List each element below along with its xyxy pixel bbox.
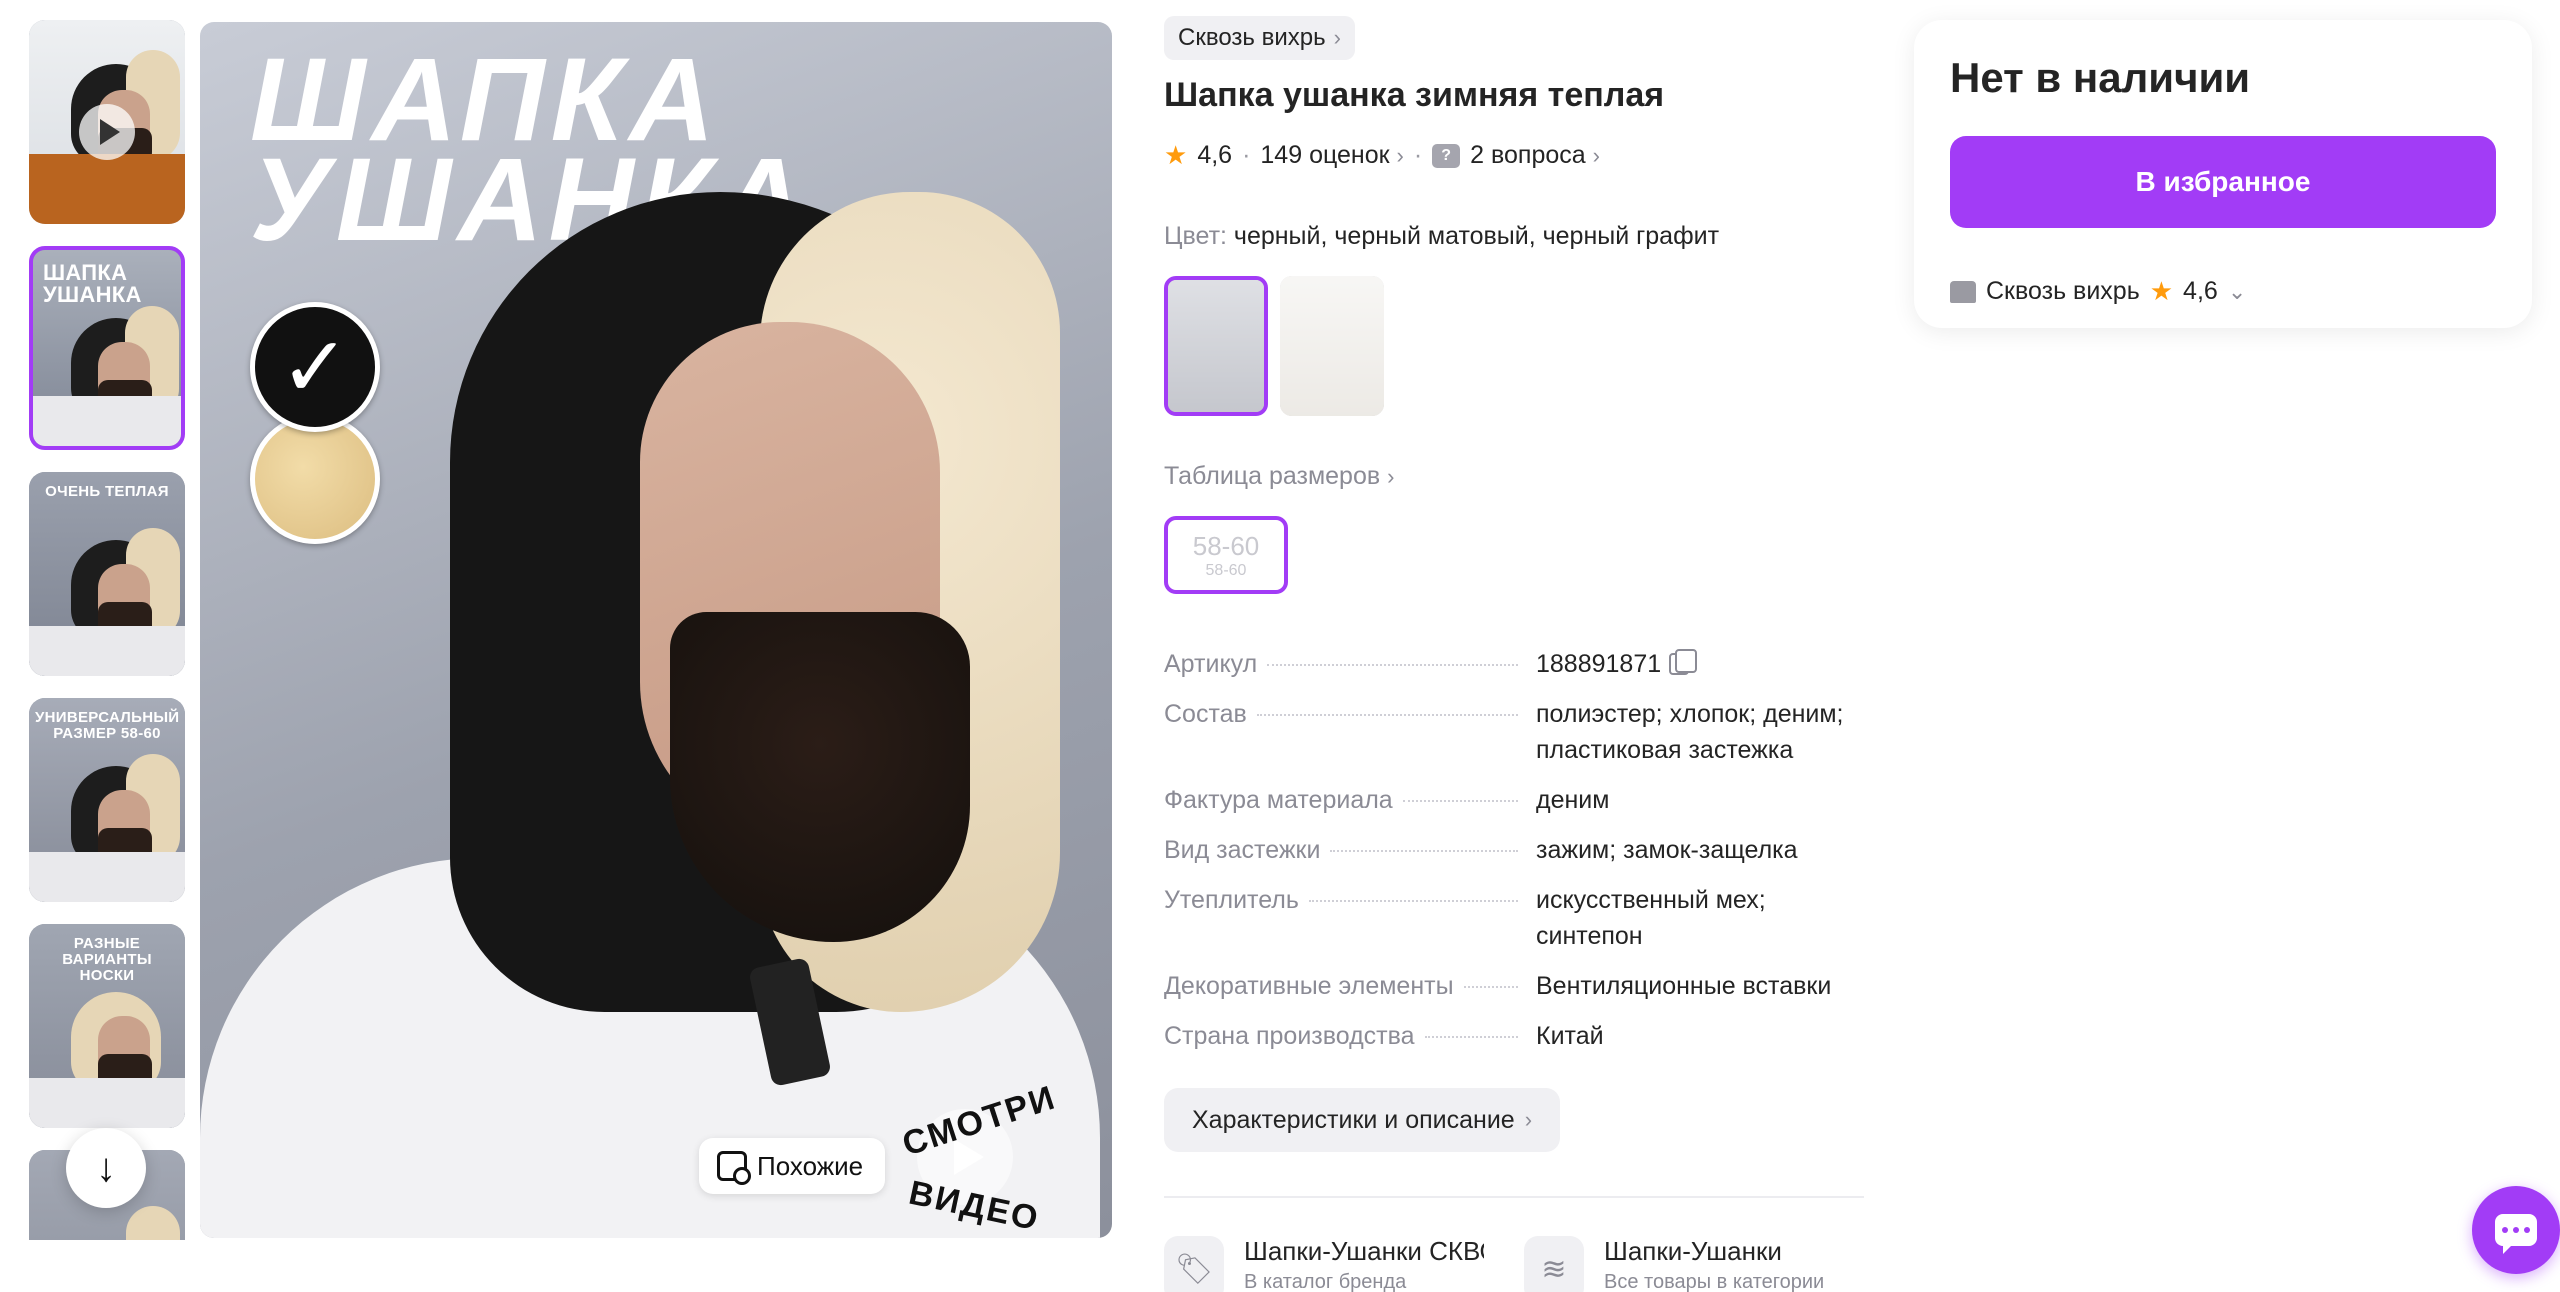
divider (1164, 1196, 1864, 1198)
chat-button[interactable] (2472, 1186, 2560, 1274)
spec-row: Фактура материала деним (1164, 786, 1610, 814)
purchase-card: Нет в наличии В избранное Сквозь вихрь ★… (1914, 20, 2532, 328)
scroll-down-button[interactable]: ↓ (66, 1128, 146, 1208)
product-title: Шапка ушанка зимняя теплая (1164, 76, 1665, 114)
brand-link[interactable]: Сквозь вихрь › (1164, 16, 1355, 60)
copy-icon[interactable] (1669, 649, 1698, 675)
thumbnail[interactable]: РАЗНЫЕ ВАРИАНТЫ НОСКИ (29, 924, 185, 1128)
spec-row: Артикул 188891871 (1164, 646, 1864, 682)
article-number: 188891871 (1536, 650, 1662, 678)
rating-value: 4,6 (1197, 141, 1233, 169)
color-options (1164, 276, 1384, 416)
add-to-favorites-button[interactable]: В избранное (1950, 136, 2496, 228)
similar-button[interactable]: Похожие (699, 1138, 886, 1194)
chevron-right-icon: › (1524, 1107, 1533, 1132)
main-product-image[interactable]: ШАПКА УШАНКА ✓ СМОТРИ ВИДЕО (200, 22, 1112, 1238)
layers-icon: ≋ (1524, 1236, 1584, 1292)
thumbnail-caption: РАЗНЫЕ ВАРИАНТЫ НОСКИ (62, 935, 152, 984)
color-info: Цвет: черный, черный матовый, черный гра… (1164, 222, 1720, 250)
spec-row: Состав полиэстер; хлопок; деним; пластик… (1164, 700, 1844, 764)
thumbnail-caption: ОЧЕНЬ ТЕПЛАЯ (45, 483, 169, 500)
chevron-right-icon: › (1592, 143, 1600, 168)
question-icon: ? (1432, 143, 1461, 168)
thumbnail-caption: УНИВЕРСАЛЬНЫЙ РАЗМЕР 58-60 (35, 709, 180, 742)
thumbnail[interactable]: ОЧЕНЬ ТЕПЛАЯ (29, 472, 185, 676)
size-option[interactable]: 58-60 58-60 (1164, 516, 1288, 594)
arrow-down-icon: ↓ (96, 1145, 116, 1190)
brand-name: Сквозь вихрь (1178, 24, 1326, 51)
spec-row: Страна производства Китай (1164, 1022, 1604, 1050)
chat-icon (2495, 1214, 2537, 1254)
image-search-icon (717, 1151, 751, 1185)
color-option-black[interactable] (1164, 276, 1268, 416)
fur-swatch (250, 414, 380, 544)
seller-info[interactable]: Сквозь вихрь ★ 4,6 ⌄ (1950, 276, 2246, 307)
star-icon: ★ (2149, 276, 2174, 306)
seller-rating: 4,6 (2183, 277, 2218, 305)
characteristics-button[interactable]: Характеристики и описание › (1164, 1088, 1561, 1152)
spec-row: Утеплитель искусственный мех; синтепон (1164, 886, 1766, 950)
thumbnail-caption: ШАПКА УШАНКА (43, 260, 142, 307)
tag-icon: 🏷 (1164, 1236, 1224, 1292)
chevron-down-icon: ⌄ (2227, 278, 2247, 304)
size-table-link[interactable]: Таблица размеров › (1164, 462, 1394, 491)
similar-button-label: Похожие (757, 1150, 864, 1181)
color-option-beige[interactable] (1280, 276, 1384, 416)
star-icon: ★ (1164, 140, 1188, 170)
thumbnail-video[interactable] (29, 20, 185, 224)
thumbnail-strip[interactable]: ШАПКА УШАНКА ОЧЕНЬ ТЕПЛАЯ УНИВЕРСАЛЬНЫЙ … (29, 20, 187, 1240)
brand-catalog-link[interactable]: 🏷 Шапки-Ушанки СКВОЗЬ ВИХРЬ В каталог бр… (1164, 1236, 1484, 1292)
thumbnail[interactable]: УНИВЕРСАЛЬНЫЙ РАЗМЕР 58-60 (29, 698, 185, 902)
chevron-right-icon: › (1396, 143, 1404, 168)
chevron-right-icon: › (1333, 25, 1341, 50)
spec-row: Декоративные элементы Вентиляционные вст… (1164, 972, 1832, 1000)
video-badge[interactable]: СМОТРИ ВИДЕО (890, 1078, 1061, 1238)
shop-icon (1950, 280, 1976, 303)
seller-name: Сквозь вихрь (1986, 277, 2140, 305)
color-value: черный, черный матовый, черный графит (1233, 222, 1720, 250)
product-page: ШАПКА УШАНКА ОЧЕНЬ ТЕПЛАЯ УНИВЕРСАЛЬНЫЙ … (0, 0, 2560, 1292)
spec-row: Вид застежки зажим; замок-защелка (1164, 836, 1798, 864)
chevron-right-icon: › (1387, 464, 1395, 489)
thumbnail-selected[interactable]: ШАПКА УШАНКА (29, 246, 185, 450)
availability-status: Нет в наличии (1950, 54, 2251, 101)
reviews-link[interactable]: 149 оценок › (1260, 141, 1403, 170)
questions-link[interactable]: 2 вопроса › (1470, 141, 1600, 170)
checkmark-icon: ✓ (250, 302, 380, 432)
category-link[interactable]: ≋ Шапки-Ушанки Все товары в категории (1524, 1236, 1844, 1292)
specs-list: Артикул 188891871 Состав полиэстер; хлоп… (1164, 646, 1864, 1068)
category-links: 🏷 Шапки-Ушанки СКВОЗЬ ВИХРЬ В каталог бр… (1164, 1236, 1844, 1292)
play-icon (79, 104, 135, 160)
rating-row: ★ 4,6 · 149 оценок › · ? 2 вопроса › (1164, 140, 1600, 170)
